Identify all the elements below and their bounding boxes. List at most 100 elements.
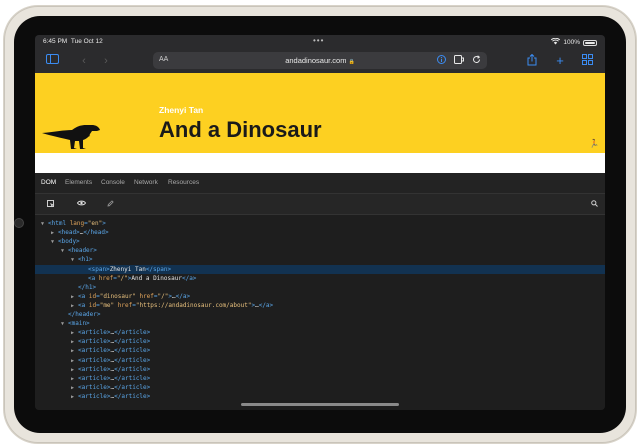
dom-node-line[interactable]: <a href="/">And a Dinosaur</a> [35,274,605,283]
address-bar-actions [437,55,481,66]
disclosure-closed-icon[interactable]: ▶ [71,393,78,402]
dom-token: </article> [114,374,151,382]
dom-token: href [139,292,154,300]
dom-token: </article> [114,356,151,364]
dom-token: Zhenyi Tan [109,265,146,273]
dom-token: </span> [145,265,172,273]
dom-token: </article> [114,365,151,373]
share-icon[interactable] [525,53,539,68]
runner-icon[interactable]: 🏃 [589,139,599,148]
battery-icon [583,39,597,46]
dom-token: id [88,292,97,300]
dom-node-line[interactable]: ▶ <article>…</article> [35,392,605,401]
dom-token: <article> [78,347,111,355]
tab-elements[interactable]: Elements [65,179,92,186]
dom-token: And a Dinosaur [131,274,182,282]
dom-node-line[interactable]: ▼ <main> [35,319,605,328]
dom-token: <html [48,220,70,227]
dom-tree: ▼ <html lang="en"> ▶ <head>…</head> ▼ <body> ▼… [35,215,605,410]
inspector-tools [35,194,605,215]
dom-token: <article> [78,356,111,364]
dinosaur-logo[interactable] [40,121,110,156]
info-icon[interactable] [437,55,446,66]
dom-token: > [102,220,106,227]
dom-token: <a [78,292,89,300]
dom-node-line[interactable]: ▶ <article>…</article> [35,365,605,374]
dom-node-line[interactable]: ▼ <header> [35,246,605,255]
extensions-icon[interactable] [454,55,464,66]
eye-icon[interactable] [76,200,87,208]
site-title[interactable]: And a Dinosaur [159,117,322,143]
sidebar-icon[interactable] [45,54,59,68]
dom-token: </article> [114,329,151,337]
site-author[interactable]: Zhenyi Tan [159,105,203,115]
safari-toolbar: ‹ › AA andadinosaur.com 🔒 + [35,49,605,73]
forward-icon[interactable]: › [99,54,113,68]
dom-token: <article> [78,329,111,337]
dom-node-line[interactable]: <span>Zhenyi Tan</span> [35,264,605,274]
dom-node-line[interactable]: ▶ <article>…</article> [35,383,605,392]
dom-token: </a> [258,301,274,309]
dom-token: </article> [114,347,151,355]
camera-dot [14,218,24,228]
dom-token: <body> [58,238,80,246]
multitasking-dots[interactable]: ••• [313,36,324,45]
address-bar[interactable]: AA andadinosaur.com 🔒 [153,52,487,69]
status-time: 6:45 PM Tue Oct 12 [43,38,103,45]
dom-token: href [117,301,133,309]
screen: 6:45 PM Tue Oct 12 ••• 100% ‹ › AA andad… [35,35,605,410]
dom-node-line[interactable]: ▼ <body> [35,237,605,246]
dom-token: <a [88,274,99,282]
edit-icon[interactable] [107,200,114,209]
dom-token: </article> [114,338,151,346]
dom-node-line[interactable]: ▼ <h1> [35,255,605,264]
wifi-icon [551,37,561,47]
dom-node-line[interactable]: </header> [35,310,605,319]
dom-token: "dinosaur" [99,292,136,300]
dom-token: </article> [114,392,151,400]
dom-token: <head> [58,229,80,237]
dom-node-line[interactable]: ▶ <a id="me" href="https://andadinosaur.c… [35,301,605,310]
dom-node-line[interactable]: ▶ <a id="dinosaur" href="/">…</a> [35,292,605,301]
dom-token: <a [78,301,89,309]
dom-node-line[interactable]: ▶ <article>…</article> [35,337,605,346]
dom-token: "/" [157,292,169,300]
tab-console[interactable]: Console [101,179,125,186]
dom-token: "me" [99,301,115,309]
site-body [35,153,605,173]
dom-token: "en" [87,220,103,227]
home-indicator[interactable] [241,403,399,406]
battery-percent: 100% [563,39,580,46]
search-icon[interactable] [591,200,598,209]
select-element-icon[interactable] [47,200,55,210]
dom-node-line[interactable]: </h1> [35,283,605,292]
dom-token: <header> [68,247,97,255]
dom-token: href [98,274,114,282]
dom-node-line[interactable]: ▼ <html lang="en"> [35,219,605,228]
dom-token: </head> [83,229,109,237]
tabs-overview-icon[interactable] [580,54,594,68]
dom-token: <article> [78,392,111,400]
dom-token: <span> [88,265,110,273]
dom-token: <h1> [78,256,93,264]
dom-node-line[interactable]: ▶ <article>…</article> [35,328,605,337]
dom-node-line[interactable]: ▶ <head>…</head> [35,228,605,237]
new-tab-icon[interactable]: + [553,54,567,68]
dom-node-line[interactable]: ▶ <article>…</article> [35,374,605,383]
dom-token: "/" [116,274,128,282]
dom-node-line[interactable]: ▶ <article>…</article> [35,356,605,365]
dom-token: <main> [68,320,90,328]
dom-token: <article> [78,383,111,391]
tab-resources[interactable]: Resources [168,179,199,186]
reload-icon[interactable] [472,55,481,66]
dom-node-line[interactable]: ▶ <article>…</article> [35,346,605,355]
lock-icon: 🔒 [348,59,355,65]
inspector-tabs: DOM Elements Console Network Resources [35,173,605,194]
status-bar: 6:45 PM Tue Oct 12 ••• 100% [35,35,605,49]
tab-network[interactable]: Network [134,179,158,186]
dom-token: </a> [181,274,197,282]
back-icon[interactable]: ‹ [77,54,91,68]
dom-token: lang [69,220,85,227]
dom-token: </article> [114,383,151,391]
tab-dom[interactable]: DOM [41,179,56,186]
